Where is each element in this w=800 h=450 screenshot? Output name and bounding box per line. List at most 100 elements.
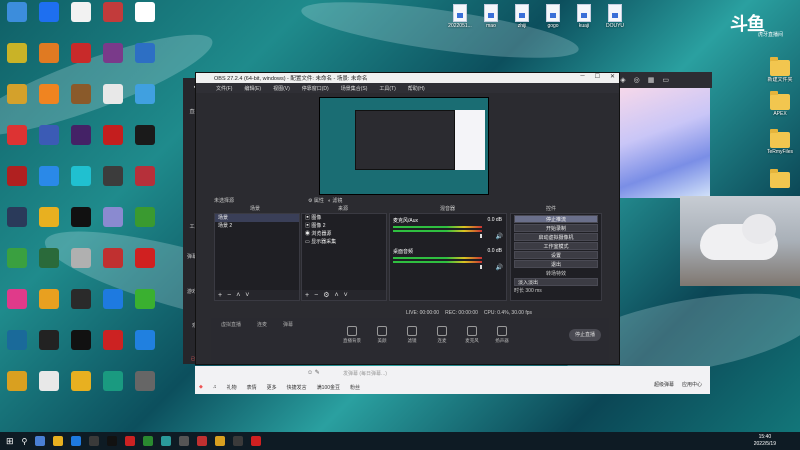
exit-button[interactable]: 退出	[514, 260, 598, 268]
desktop-icon[interactable]	[2, 166, 32, 187]
source-item[interactable]: ▭ 显示器采集	[302, 238, 386, 246]
windows-start-icon[interactable]: ⊞	[6, 436, 14, 447]
app-icon[interactable]	[179, 436, 190, 446]
desktop-folder[interactable]: APEX	[765, 91, 795, 117]
virtual-camera-button[interactable]: 启动虚拟摄像机	[514, 233, 598, 241]
menu-tools[interactable]: 工具(T)	[379, 85, 395, 92]
desktop-icon[interactable]	[2, 330, 32, 351]
desktop-icon[interactable]	[34, 2, 64, 23]
desktop-icon[interactable]	[130, 207, 160, 228]
search-icon[interactable]: ⚲	[22, 437, 28, 446]
menu-docks[interactable]: 停靠窗口(D)	[302, 85, 329, 92]
desktop-icon[interactable]	[98, 330, 128, 351]
mic-icon[interactable]: ♫	[213, 384, 217, 390]
obs-icon[interactable]	[233, 436, 244, 446]
desktop-folder[interactable]: TeRmyFiles	[765, 129, 795, 155]
app-center[interactable]: 应用中心	[682, 381, 702, 388]
chart-icon[interactable]: ▦	[648, 76, 655, 84]
chat-tool[interactable]: 更多	[267, 384, 277, 391]
gift-icon[interactable]: ◆	[199, 384, 203, 390]
desktop-icon[interactable]	[98, 289, 128, 310]
desktop-icon[interactable]	[34, 330, 64, 351]
fans-label[interactable]: 粉丝	[350, 384, 360, 391]
desktop-icon[interactable]	[98, 371, 128, 392]
desktop-icon[interactable]	[98, 2, 128, 23]
desktop-icon[interactable]	[98, 166, 128, 187]
desktop-icon[interactable]	[34, 125, 64, 146]
desktop-folder[interactable]	[765, 169, 795, 189]
start-recording-button[interactable]: 开始录制	[514, 224, 598, 232]
gamepad-icon[interactable]: ◎	[634, 76, 640, 84]
obs-titlebar[interactable]: OBS 27.2.4 (64-bit, windows) - 配置文件: 未命名…	[196, 73, 619, 83]
desktop-icon[interactable]	[2, 207, 32, 228]
app-icon[interactable]	[215, 436, 226, 446]
stop-streaming-button[interactable]: 停止推流	[514, 215, 598, 223]
down-icon[interactable]: ˅	[245, 292, 249, 299]
desktop-icon[interactable]	[130, 289, 160, 310]
down-icon[interactable]: ˅	[344, 292, 348, 299]
desktop-file[interactable]: kuaji	[569, 4, 599, 29]
tab-virtual-live[interactable]: 虚拟直播	[221, 321, 241, 328]
desktop-icon[interactable]	[2, 248, 32, 269]
maximize-button[interactable]: ☐	[595, 73, 600, 80]
source-item[interactable]: ▣ 图像 2	[302, 222, 386, 230]
tool-link-mic[interactable]: 连麦	[429, 326, 455, 344]
edge-icon[interactable]	[71, 436, 82, 446]
desktop-icon[interactable]	[130, 125, 160, 146]
desktop-icon[interactable]	[130, 166, 160, 187]
scene-item[interactable]: 场景 2	[215, 222, 299, 230]
menu-view[interactable]: 视图(V)	[273, 85, 290, 92]
desktop-icon[interactable]	[2, 289, 32, 310]
desktop-icon[interactable]	[98, 207, 128, 228]
explorer-icon[interactable]	[53, 436, 64, 446]
desktop-icon[interactable]	[130, 2, 160, 23]
steam-icon[interactable]	[89, 436, 100, 446]
game-icon[interactable]: ◈	[620, 76, 625, 84]
desktop-icon[interactable]	[34, 248, 64, 269]
app-icon[interactable]	[125, 436, 136, 446]
desktop-icon[interactable]	[66, 84, 96, 105]
coupon-label[interactable]: 满100金豆	[317, 384, 340, 391]
danmaku-input[interactable]: 发弹幕 (每日弹幕...)	[343, 369, 543, 379]
source-item[interactable]: ▣ 图像	[302, 214, 386, 222]
desktop-icon[interactable]	[98, 43, 128, 64]
desktop-file[interactable]: gogo	[538, 4, 568, 29]
transition-duration[interactable]: 时长 300 ms	[511, 287, 601, 294]
settings-button[interactable]: 设置	[514, 251, 598, 259]
desktop-icon[interactable]	[66, 43, 96, 64]
desktop-file[interactable]: zhiji	[507, 4, 537, 29]
desktop-icon[interactable]	[34, 166, 64, 187]
add-icon[interactable]: +	[305, 292, 309, 299]
desktop-icon[interactable]	[66, 207, 96, 228]
chat-tool[interactable]: 快捷发言	[287, 384, 307, 391]
menu-scene-collection[interactable]: 场景集合(S)	[341, 85, 368, 92]
scene-item[interactable]: 场景	[215, 214, 299, 222]
super-danmaku[interactable]: 超级弹幕	[654, 381, 674, 388]
tool-filter[interactable]: 滤镜	[399, 326, 425, 344]
tool-speaker[interactable]: 扬声器	[489, 326, 515, 344]
desktop-icon[interactable]	[2, 84, 32, 105]
desktop-folder[interactable]: 新建文件夹	[765, 57, 795, 83]
desktop-icon[interactable]	[66, 371, 96, 392]
desktop-icon[interactable]	[2, 2, 32, 23]
transition-select[interactable]: 淡入淡出	[514, 278, 598, 286]
desktop-icon[interactable]	[34, 371, 64, 392]
desktop-icon[interactable]	[66, 289, 96, 310]
studio-mode-button[interactable]: 工作室模式	[514, 242, 598, 250]
source-item[interactable]: ◉ 浏览器源	[302, 230, 386, 238]
minimize-button[interactable]: ─	[580, 73, 584, 80]
xbox-icon[interactable]	[143, 436, 154, 446]
desktop-icon[interactable]	[66, 166, 96, 187]
volume-slider[interactable]	[480, 234, 482, 238]
tool-background[interactable]: 直播背景	[339, 326, 365, 344]
desktop-icon[interactable]	[2, 43, 32, 64]
stop-live-button[interactable]: 停止直播	[569, 329, 601, 341]
remove-icon[interactable]: −	[227, 292, 231, 299]
desktop-icon[interactable]	[98, 248, 128, 269]
desktop-icon[interactable]	[130, 371, 160, 392]
desktop-icon[interactable]	[66, 330, 96, 351]
menu-edit[interactable]: 编辑(E)	[244, 85, 261, 92]
chat-tool[interactable]: 礼物	[227, 384, 237, 391]
desktop-icon[interactable]	[34, 207, 64, 228]
desktop-icon[interactable]	[98, 125, 128, 146]
